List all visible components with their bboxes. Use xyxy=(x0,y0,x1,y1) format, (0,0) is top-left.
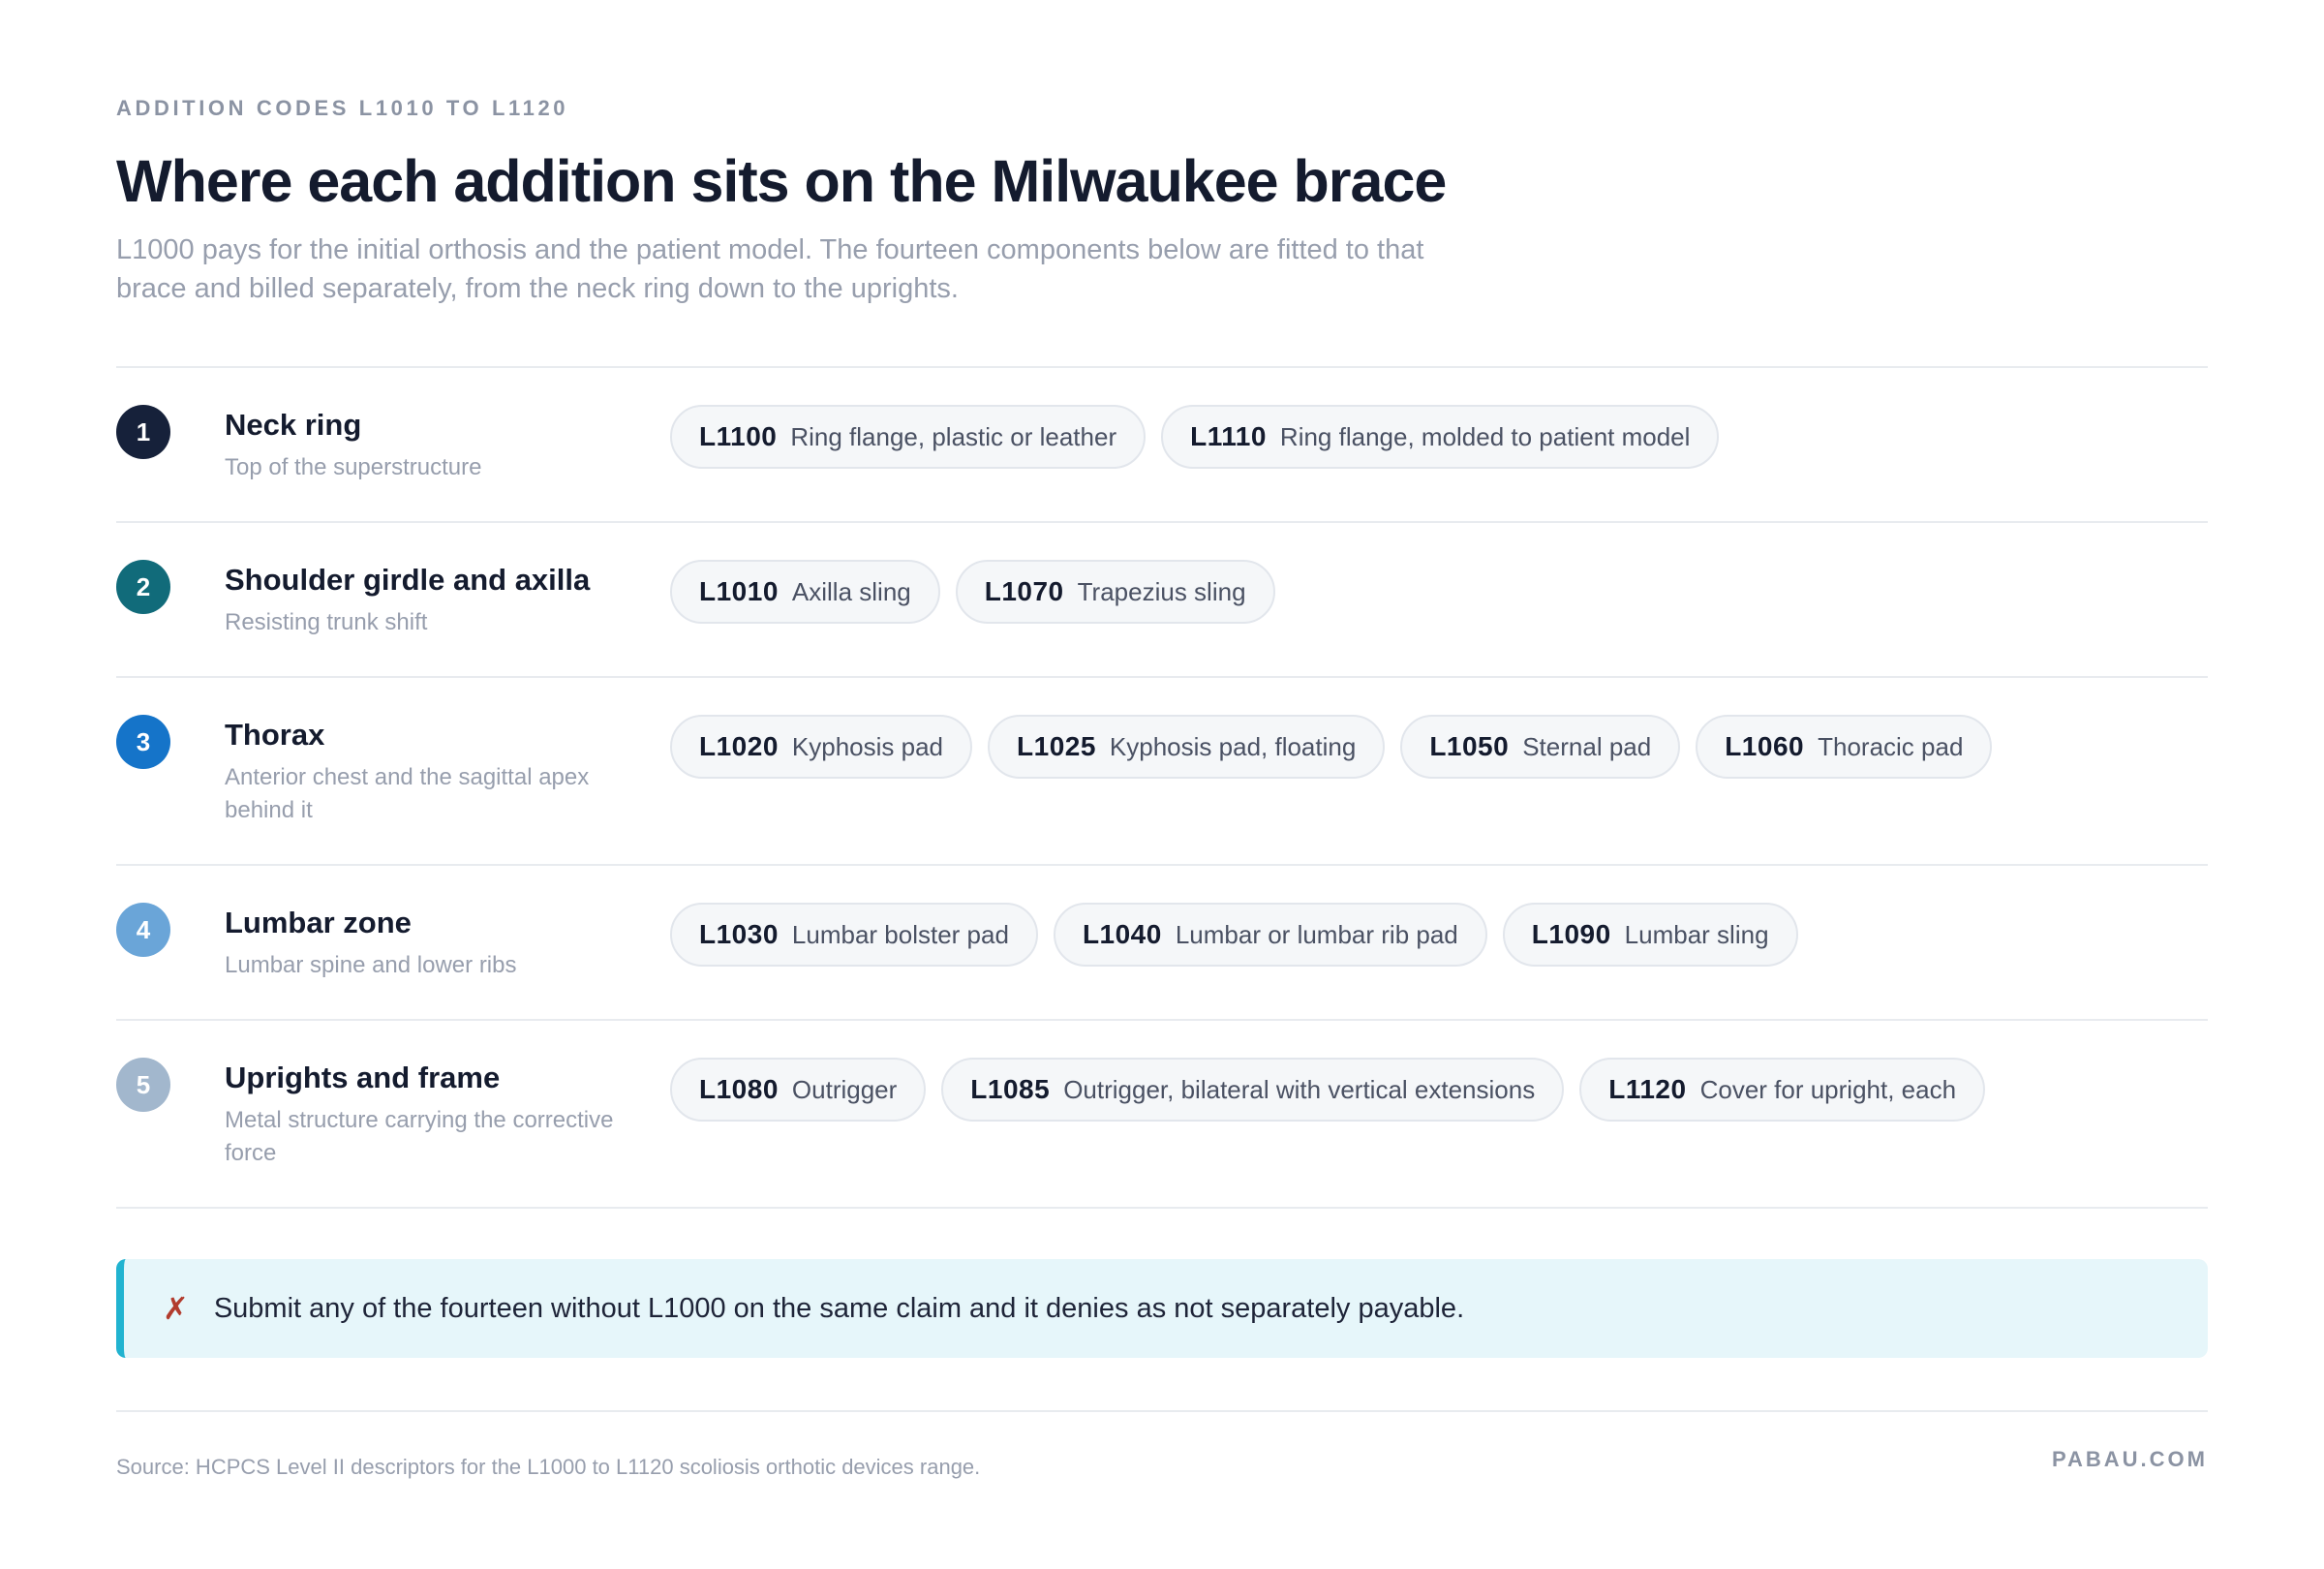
zone-name: Neck ring xyxy=(225,408,362,442)
eyebrow: ADDITION CODES L1010 TO L1120 xyxy=(116,96,569,120)
code-pill: L1080 Outrigger xyxy=(670,1058,927,1122)
code-pill-group: L1020 Kyphosis pad L1025 Kyphosis pad, floa… xyxy=(670,715,1993,779)
zone-description: Top of the superstructure xyxy=(225,454,482,480)
zone-description: Resisting trunk shift xyxy=(225,609,428,635)
code-number: L1040 xyxy=(1082,919,1162,949)
code-number: L1070 xyxy=(984,576,1064,606)
zone-row: 5 Uprights and frame Metal structure carry… xyxy=(116,1021,2208,1209)
code-pill: L1100 Ring flange, plastic or leather xyxy=(670,405,1147,469)
code-pill: L1020 Kyphosis pad xyxy=(670,715,973,779)
zone-name: Uprights and frame xyxy=(225,1061,501,1094)
code-number: L1030 xyxy=(699,919,779,949)
code-description: Kyphosis pad, floating xyxy=(1109,732,1357,761)
code-pill-group: L1100 Ring flange, plastic or leather L111… xyxy=(670,405,1720,469)
footer-divider xyxy=(116,1410,2208,1412)
code-description: Ring flange, plastic or leather xyxy=(790,422,1117,451)
code-pill: L1090 Lumbar sling xyxy=(1502,903,1798,967)
zone-info: Neck ring Top of the superstructure xyxy=(225,405,670,484)
code-description: Axilla sling xyxy=(791,577,911,606)
step-number-badge: 2 xyxy=(116,560,170,614)
code-number: L1110 xyxy=(1190,421,1267,451)
zone-info: Lumbar zone Lumbar spine and lower ribs xyxy=(225,903,670,982)
code-description: Sternal pad xyxy=(1522,732,1652,761)
code-description: Ring flange, molded to patient model xyxy=(1279,422,1691,451)
page-subtitle: L1000 pays for the initial orthosis and … xyxy=(116,234,1424,304)
zone-row: 1 Neck ring Top of the superstructure L1100… xyxy=(116,368,2208,523)
code-pill: L1010 Axilla sling xyxy=(670,560,940,624)
zone-info: Thorax Anterior chest and the sagittal ap… xyxy=(225,715,670,827)
cross-icon: ✗ xyxy=(163,1291,189,1326)
code-number: L1020 xyxy=(699,731,779,761)
zone-description: Metal structure carrying the corrective … xyxy=(225,1107,614,1166)
zone-info: Shoulder girdle and axilla Resisting trun… xyxy=(225,560,670,639)
brand-mark: PABAU.COM xyxy=(2051,1447,2208,1471)
code-number: L1060 xyxy=(1725,731,1805,761)
zone-description: Lumbar spine and lower ribs xyxy=(225,952,517,978)
code-number: L1050 xyxy=(1429,731,1510,761)
code-pill-group: L1010 Axilla sling L1070 Trapezius sling xyxy=(670,560,1275,624)
footer: Source: HCPCS Level II descriptors for t… xyxy=(116,1447,2208,1480)
code-number: L1090 xyxy=(1531,919,1611,949)
warning-callout: ✗ Submit any of the fourteen without L10… xyxy=(116,1259,2208,1358)
code-pill: L1070 Trapezius sling xyxy=(955,560,1275,624)
code-pill: L1030 Lumbar bolster pad xyxy=(670,903,1038,967)
step-number-badge: 5 xyxy=(116,1058,170,1112)
code-number: L1010 xyxy=(699,576,779,606)
zone-name: Lumbar zone xyxy=(225,906,412,939)
code-description: Kyphosis pad xyxy=(791,732,944,761)
code-pill: L1050 Sternal pad xyxy=(1400,715,1681,779)
code-number: L1120 xyxy=(1608,1074,1687,1104)
zone-list: 1 Neck ring Top of the superstructure L1100… xyxy=(116,366,2208,1209)
zone-row: 2 Shoulder girdle and axilla Resisting tru… xyxy=(116,523,2208,678)
zone-name: Shoulder girdle and axilla xyxy=(225,563,591,597)
code-number: L1085 xyxy=(970,1074,1051,1104)
code-pill: L1040 Lumbar or lumbar rib pad xyxy=(1053,903,1487,967)
code-description: Thoracic pad xyxy=(1818,732,1964,761)
code-description: Outrigger, bilateral with vertical exten… xyxy=(1063,1075,1536,1104)
zone-description: Anterior chest and the sagittal apex beh… xyxy=(225,764,590,823)
source-note: Source: HCPCS Level II descriptors for t… xyxy=(116,1455,981,1479)
code-pill-group: L1030 Lumbar bolster pad L1040 Lumbar or lu… xyxy=(670,903,1798,967)
code-description: Lumbar sling xyxy=(1624,920,1769,949)
code-number: L1100 xyxy=(699,421,778,451)
code-description: Lumbar bolster pad xyxy=(791,920,1009,949)
code-pill: L1110 Ring flange, molded to patient mode… xyxy=(1161,405,1720,469)
code-pill-group: L1080 Outrigger L1085 Outrigger, bilateral … xyxy=(670,1058,1986,1122)
code-pill: L1085 Outrigger, bilateral with vertical … xyxy=(941,1058,1565,1122)
code-pill: L1025 Kyphosis pad, floating xyxy=(988,715,1386,779)
step-number-badge: 3 xyxy=(116,715,170,769)
code-description: Cover for upright, each xyxy=(1699,1075,1957,1104)
zone-row: 4 Lumbar zone Lumbar spine and lower ribs L… xyxy=(116,866,2208,1021)
code-description: Lumbar or lumbar rib pad xyxy=(1175,920,1458,949)
page: ADDITION CODES L1010 TO L1120 Where each… xyxy=(0,0,2324,1569)
code-pill: L1120 Cover for upright, each xyxy=(1579,1058,1986,1122)
code-description: Trapezius sling xyxy=(1077,577,1246,606)
zone-info: Uprights and frame Metal structure carryi… xyxy=(225,1058,670,1170)
callout-text: Submit any of the fourteen without L1000… xyxy=(213,1292,1465,1324)
step-number-badge: 1 xyxy=(116,405,170,459)
code-number: L1080 xyxy=(699,1074,779,1104)
code-pill: L1060 Thoracic pad xyxy=(1696,715,1993,779)
page-title: Where each addition sits on the Milwauke… xyxy=(116,148,1447,214)
zone-row: 3 Thorax Anterior chest and the sagittal a… xyxy=(116,678,2208,866)
code-description: Outrigger xyxy=(791,1075,898,1104)
code-number: L1025 xyxy=(1017,731,1096,761)
zone-name: Thorax xyxy=(225,718,325,752)
step-number-badge: 4 xyxy=(116,903,170,957)
